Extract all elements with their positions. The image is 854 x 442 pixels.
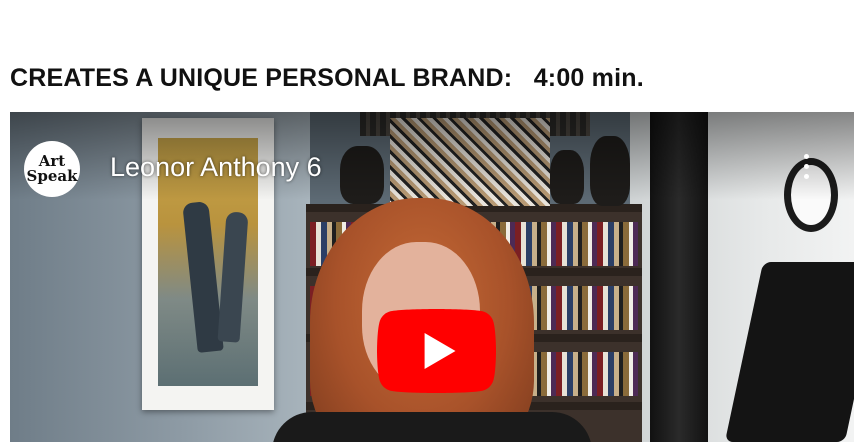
channel-avatar-text: Speak (26, 167, 78, 185)
youtube-play-icon[interactable] (377, 309, 496, 393)
kebab-menu-icon[interactable] (800, 150, 812, 186)
section-heading: CREATES A UNIQUE PERSONAL BRAND: 4:00 mi… (10, 64, 644, 92)
channel-avatar[interactable]: Art Speak (24, 141, 80, 197)
youtube-video-embed[interactable]: Art Speak Leonor Anthony 6 (10, 112, 854, 442)
presenter-body (272, 412, 592, 442)
video-title[interactable]: Leonor Anthony 6 (110, 152, 322, 183)
